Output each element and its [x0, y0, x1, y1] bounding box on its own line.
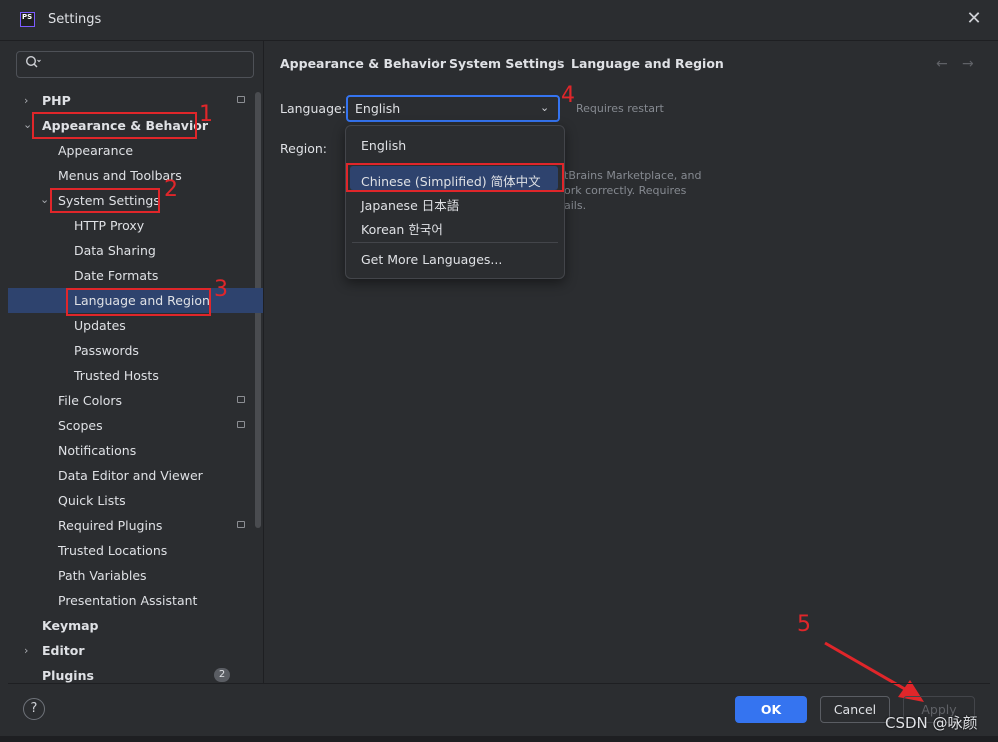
sidebar-item-notifications[interactable]: Notifications	[58, 438, 136, 463]
sidebar-item-required-plugins[interactable]: Required Plugins	[58, 513, 162, 538]
sidebar-item-file-colors[interactable]: File Colors	[58, 388, 122, 413]
project-scope-icon	[237, 421, 245, 428]
breadcrumb-language-region: Language and Region	[571, 56, 724, 71]
language-label: Language:	[280, 101, 346, 116]
sidebar-item-trusted-locations[interactable]: Trusted Locations	[58, 538, 167, 563]
breadcrumb-appearance-behavior[interactable]: Appearance & Behavior	[280, 56, 446, 71]
chevron-down-icon: ⌄	[540, 101, 550, 114]
help-button[interactable]: ?	[23, 698, 45, 720]
annotation-number: 1	[199, 102, 213, 127]
breadcrumb-separator-icon: ›	[557, 55, 562, 69]
chevron-down-icon[interactable]: ⌄	[40, 193, 49, 206]
annotation-box	[66, 288, 211, 316]
chevron-right-icon[interactable]: ›	[24, 94, 28, 107]
hint-text: ails.	[564, 199, 587, 212]
forward-arrow-icon[interactable]: →	[962, 56, 974, 72]
get-more-languages-item[interactable]: Get More Languages...	[361, 252, 502, 267]
sidebar-item-http-proxy[interactable]: HTTP Proxy	[74, 213, 144, 238]
sidebar-item-quick-lists[interactable]: Quick Lists	[58, 488, 126, 513]
ok-button[interactable]: OK	[735, 696, 807, 723]
breadcrumb-system-settings[interactable]: System Settings	[449, 56, 564, 71]
language-option-korean[interactable]: Korean 한국어	[361, 219, 443, 238]
dropdown-separator	[352, 242, 558, 243]
project-scope-icon	[237, 396, 245, 403]
region-label: Region:	[280, 141, 328, 156]
sidebar-item-data-sharing[interactable]: Data Sharing	[74, 238, 156, 263]
annotation-box	[346, 163, 564, 192]
close-icon[interactable]: ✕	[964, 9, 984, 29]
chevron-down-icon[interactable]: ⌄	[23, 118, 32, 131]
annotation-number: 4	[561, 83, 575, 108]
sidebar-item-keymap[interactable]: Keymap	[42, 613, 99, 638]
title-bar	[0, 0, 998, 40]
hint-text: tBrains Marketplace, and	[564, 169, 702, 182]
back-arrow-icon[interactable]: ←	[936, 56, 948, 72]
plugins-count-badge: 2	[214, 668, 230, 682]
project-scope-icon	[237, 521, 245, 528]
requires-restart-note: Requires restart	[576, 102, 664, 115]
sidebar-item-updates[interactable]: Updates	[74, 313, 126, 338]
app-logo-icon: PS	[20, 12, 35, 27]
language-option-english[interactable]: English	[361, 138, 406, 153]
cancel-button[interactable]: Cancel	[820, 696, 890, 723]
sidebar-item-trusted-hosts[interactable]: Trusted Hosts	[74, 363, 159, 388]
window-bottom-edge	[0, 736, 998, 742]
watermark-text: CSDN @咏颜	[885, 714, 978, 732]
sidebar-item-presentation-assistant[interactable]: Presentation Assistant	[58, 588, 197, 613]
sidebar-item-plugins[interactable]: Plugins	[42, 663, 94, 688]
annotation-number: 5	[797, 612, 811, 637]
sidebar-item-editor[interactable]: Editor	[42, 638, 85, 663]
project-scope-icon	[237, 96, 245, 103]
sidebar-item-data-editor-viewer[interactable]: Data Editor and Viewer	[58, 463, 203, 488]
breadcrumb-separator-icon: ›	[435, 55, 440, 69]
sidebar-item-path-variables[interactable]: Path Variables	[58, 563, 147, 588]
footer-divider	[8, 683, 990, 684]
sidebar-item-scopes[interactable]: Scopes	[58, 413, 103, 438]
language-select-value: English	[355, 101, 401, 116]
annotation-box	[32, 112, 197, 139]
sidebar-item-php[interactable]: PHP	[42, 88, 71, 113]
search-input[interactable]	[16, 51, 254, 78]
sidebar-item-passwords[interactable]: Passwords	[74, 338, 139, 363]
annotation-box	[50, 188, 160, 213]
chevron-right-icon[interactable]: ›	[24, 644, 28, 657]
window-title: Settings	[48, 12, 102, 27]
search-icon	[25, 55, 41, 73]
annotation-number: 3	[214, 277, 228, 302]
hint-text: ork correctly. Requires	[564, 184, 687, 197]
annotation-number: 2	[164, 177, 178, 202]
language-option-japanese[interactable]: Japanese 日本語	[361, 195, 459, 214]
sidebar-item-appearance[interactable]: Appearance	[58, 138, 133, 163]
sidebar-item-date-formats[interactable]: Date Formats	[74, 263, 158, 288]
